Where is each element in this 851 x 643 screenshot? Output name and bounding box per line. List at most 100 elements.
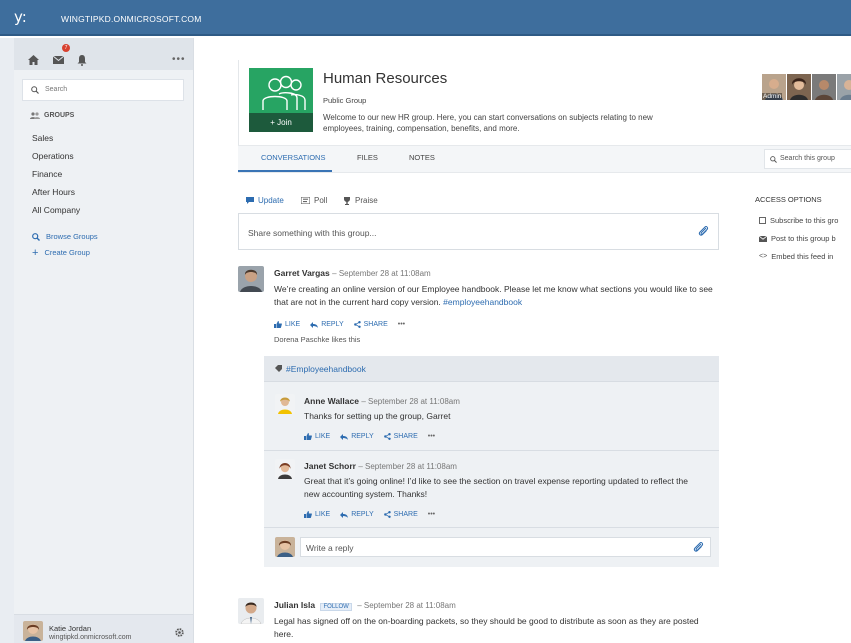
avatar[interactable] — [23, 621, 43, 641]
member-avatar[interactable] — [812, 74, 836, 100]
member-avatar[interactable] — [837, 74, 851, 100]
reply-timestamp[interactable]: – September 28 at 11:08am — [361, 397, 460, 406]
bell-icon[interactable] — [73, 52, 91, 68]
sidebar-item-sales[interactable]: Sales — [32, 133, 53, 143]
thumbs-up-icon — [274, 321, 282, 328]
tab-update[interactable]: Update — [246, 196, 284, 205]
likes-summary[interactable]: Dorena Paschke likes this — [274, 335, 360, 344]
avatar[interactable] — [238, 598, 264, 624]
more-actions-button[interactable]: ••• — [428, 433, 435, 440]
share-button[interactable]: SHARE — [353, 321, 388, 328]
post-author[interactable]: Julian Isla — [274, 600, 315, 610]
search-icon — [32, 232, 40, 241]
like-button[interactable]: LIKE — [274, 321, 300, 328]
reply-timestamp[interactable]: – September 28 at 11:08am — [358, 462, 457, 471]
post-timestamp[interactable]: – September 28 at 11:08am — [357, 601, 456, 610]
reply-divider — [264, 450, 719, 451]
post-timestamp[interactable]: – September 28 at 11:08am — [332, 269, 431, 278]
thumbs-up-icon — [304, 433, 312, 440]
thread-topic-bar: #Employeehandbook — [264, 356, 719, 382]
comment-icon — [246, 197, 254, 204]
search-icon — [31, 86, 39, 94]
active-tab-indicator — [238, 170, 332, 172]
reply-author-line: Janet Schorr – September 28 at 11:08am — [304, 461, 457, 471]
settings-icon[interactable] — [174, 627, 185, 640]
follow-button[interactable]: FOLLOW — [320, 603, 352, 611]
poll-icon — [301, 197, 310, 204]
reply-body: Thanks for setting up the group, Garret — [304, 411, 451, 421]
member-avatar[interactable] — [787, 74, 811, 100]
network-name[interactable]: WINGTIPKD.ONMICROSOFT.COM — [61, 14, 202, 24]
thread-topic-link[interactable]: #Employeehandbook — [286, 364, 366, 374]
sidebar-item-all-company[interactable]: All Company — [32, 205, 80, 215]
reply-button[interactable]: REPLY — [310, 321, 344, 328]
post-composer-input[interactable]: Share something with this group... — [238, 213, 719, 250]
embed-feed-option[interactable]: <> Embed this feed in — [759, 252, 833, 261]
share-button[interactable]: SHARE — [383, 511, 418, 518]
post-author[interactable]: Garret Vargas — [274, 268, 330, 278]
reply-author[interactable]: Anne Wallace — [304, 396, 359, 406]
paperclip-icon[interactable] — [698, 225, 709, 237]
home-icon[interactable] — [24, 52, 42, 68]
reply-actions: LIKE REPLY SHARE ••• — [304, 511, 435, 518]
sidebar-item-finance[interactable]: Finance — [32, 169, 62, 179]
reply-author[interactable]: Janet Schorr — [304, 461, 356, 471]
join-button[interactable]: + Join — [249, 113, 313, 132]
plus-icon: + — [32, 246, 39, 259]
tab-notes[interactable]: NOTES — [409, 153, 435, 162]
code-icon: <> — [759, 253, 768, 260]
avatar[interactable] — [275, 394, 295, 414]
share-button[interactable]: SHARE — [383, 433, 418, 440]
avatar[interactable] — [275, 459, 295, 479]
sidebar-item-operations[interactable]: Operations — [32, 151, 74, 161]
hashtag-link[interactable]: #employeehandbook — [443, 297, 522, 307]
reply-icon — [340, 433, 349, 440]
reply-input[interactable]: Write a reply — [300, 537, 711, 557]
post-body: We’re creating an online version of our … — [274, 284, 713, 307]
people-icon — [30, 112, 40, 119]
reply-button[interactable]: REPLY — [340, 511, 374, 518]
group-tabs — [238, 145, 851, 173]
post-author-line: Garret Vargas – September 28 at 11:08am — [274, 268, 431, 278]
reply-button[interactable]: REPLY — [340, 433, 374, 440]
sidebar-search-input[interactable]: Search — [22, 79, 184, 101]
search-placeholder: Search — [45, 86, 68, 93]
trophy-icon — [344, 196, 350, 205]
groups-heading: GROUPS — [30, 112, 74, 119]
paperclip-icon[interactable] — [693, 541, 704, 553]
notification-badge: 7 — [62, 44, 70, 52]
yammer-logo[interactable]: y: — [14, 8, 38, 28]
reply-icon — [310, 321, 319, 328]
create-group-link[interactable]: + Create Group — [32, 246, 90, 259]
reply-body: Great that it’s going online! I’d like t… — [304, 476, 688, 499]
avatar[interactable] — [238, 266, 264, 292]
group-members: Admin — [762, 74, 851, 100]
share-icon — [383, 511, 391, 518]
share-icon — [353, 321, 361, 328]
current-user-email: wingtipkd.onmicrosoft.com — [49, 634, 132, 641]
group-search-input[interactable]: Search this group — [764, 149, 851, 169]
post-author-line: Julian Isla FOLLOW – September 28 at 11:… — [274, 600, 456, 611]
reply-divider — [264, 527, 719, 528]
subscribe-option[interactable]: Subscribe to this gro — [759, 216, 838, 225]
inbox-icon[interactable] — [49, 52, 67, 68]
reply-author-line: Anne Wallace – September 28 at 11:08am — [304, 396, 460, 406]
tab-files[interactable]: FILES — [357, 153, 378, 162]
group-description: Welcome to our new HR group. Here, you c… — [323, 113, 653, 133]
reply-actions: LIKE REPLY SHARE ••• — [304, 433, 435, 440]
like-button[interactable]: LIKE — [304, 511, 330, 518]
tab-poll[interactable]: Poll — [301, 196, 327, 205]
more-icon[interactable]: ••• — [172, 54, 186, 65]
tab-conversations[interactable]: CONVERSATIONS — [261, 153, 325, 162]
current-user-name[interactable]: Katie Jordan — [49, 624, 91, 633]
tab-praise[interactable]: Praise — [343, 196, 378, 205]
more-actions-button[interactable]: ••• — [428, 511, 435, 518]
post-by-email-option[interactable]: Post to this group b — [759, 234, 836, 243]
more-actions-button[interactable]: ••• — [398, 321, 405, 328]
member-avatar[interactable]: Admin — [762, 74, 786, 100]
post-actions: LIKE REPLY SHARE ••• — [274, 321, 405, 328]
like-button[interactable]: LIKE — [304, 433, 330, 440]
browse-groups-link[interactable]: Browse Groups — [32, 232, 98, 241]
thumbs-up-icon — [304, 511, 312, 518]
sidebar-item-after-hours[interactable]: After Hours — [32, 187, 75, 197]
